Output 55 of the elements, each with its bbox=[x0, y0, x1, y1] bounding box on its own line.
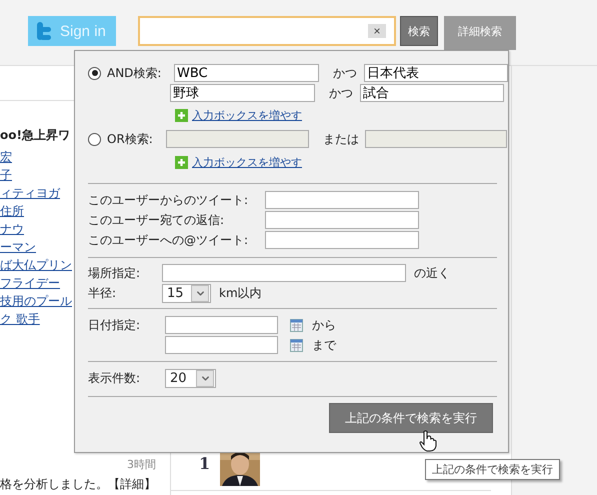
keyword-field[interactable]: 日本代表 bbox=[364, 64, 508, 82]
field-label: 場所指定: bbox=[88, 264, 142, 282]
search-button[interactable]: 検索 bbox=[400, 16, 438, 46]
hand-cursor-icon bbox=[419, 430, 437, 452]
rank-number: 1 bbox=[199, 454, 210, 473]
plus-icon bbox=[175, 156, 188, 168]
trend-link[interactable]: 技用のプール bbox=[0, 292, 72, 310]
joiner-label: かつ bbox=[332, 64, 358, 82]
trend-link[interactable]: 子 bbox=[0, 166, 12, 184]
field-label: 日付指定: bbox=[88, 316, 142, 334]
trend-link[interactable]: フライデー bbox=[0, 274, 60, 292]
calendar-icon[interactable] bbox=[290, 318, 303, 332]
date-label: まで bbox=[311, 336, 337, 354]
search-field[interactable]: × bbox=[138, 16, 396, 46]
trend-link[interactable]: ク 歌手 bbox=[0, 310, 40, 328]
trend-link[interactable]: ば大仏プリン bbox=[0, 256, 72, 274]
field-label: このユーザーへの@ツイート: bbox=[88, 232, 250, 248]
add-input-link[interactable]: 入力ボックスを増やす bbox=[192, 108, 302, 122]
keyword-field[interactable]: 試合 bbox=[360, 84, 504, 102]
user-field[interactable] bbox=[265, 231, 419, 249]
suffix-label: の近く bbox=[413, 264, 451, 282]
field-label: 表示件数: bbox=[88, 370, 142, 386]
date-field[interactable] bbox=[165, 316, 278, 334]
clear-button[interactable]: × bbox=[368, 24, 386, 38]
section-heading: oo!急上昇ワ bbox=[0, 127, 70, 144]
joiner-label: かつ bbox=[328, 84, 354, 102]
trend-link[interactable]: ィティヨガ bbox=[0, 184, 60, 202]
user-field[interactable] bbox=[265, 191, 419, 209]
date-label: から bbox=[311, 316, 337, 334]
timestamp: 3時間 bbox=[127, 457, 156, 472]
trend-link[interactable]: 住所 bbox=[0, 202, 24, 220]
date-field[interactable] bbox=[165, 336, 278, 354]
mode-label: OR検索: bbox=[106, 130, 154, 148]
submit-button[interactable]: 上記の条件で検索を実行 bbox=[329, 403, 493, 433]
dropdown[interactable]: 20 bbox=[165, 368, 216, 388]
calendar-icon[interactable] bbox=[290, 338, 303, 352]
trend-link[interactable]: ーマン bbox=[0, 238, 36, 256]
trend-link[interactable]: 宏 bbox=[0, 148, 12, 166]
unit-label: km以内 bbox=[218, 284, 263, 302]
keyword-field[interactable]: 野球 bbox=[170, 84, 315, 102]
trend-link[interactable]: ナウ bbox=[0, 220, 24, 238]
location-field[interactable] bbox=[162, 264, 406, 282]
joiner-label: または bbox=[322, 130, 360, 148]
dropdown[interactable]: 15 bbox=[162, 284, 211, 302]
keyword-field[interactable]: WBC bbox=[174, 64, 319, 82]
field-label: 半径: bbox=[88, 284, 118, 302]
mode-label: AND検索: bbox=[106, 64, 162, 82]
field-label: このユーザー宛ての返信: bbox=[88, 212, 226, 228]
user-field[interactable] bbox=[265, 211, 419, 229]
radio-button[interactable] bbox=[88, 66, 101, 80]
plus-icon bbox=[175, 108, 188, 122]
field-label: このユーザーからのツイート: bbox=[88, 192, 250, 208]
tooltip: 上記の条件で検索を実行 bbox=[425, 459, 560, 480]
post-text: 格を分析しました。【詳細】 bbox=[0, 476, 157, 493]
logo-icon bbox=[36, 22, 52, 40]
